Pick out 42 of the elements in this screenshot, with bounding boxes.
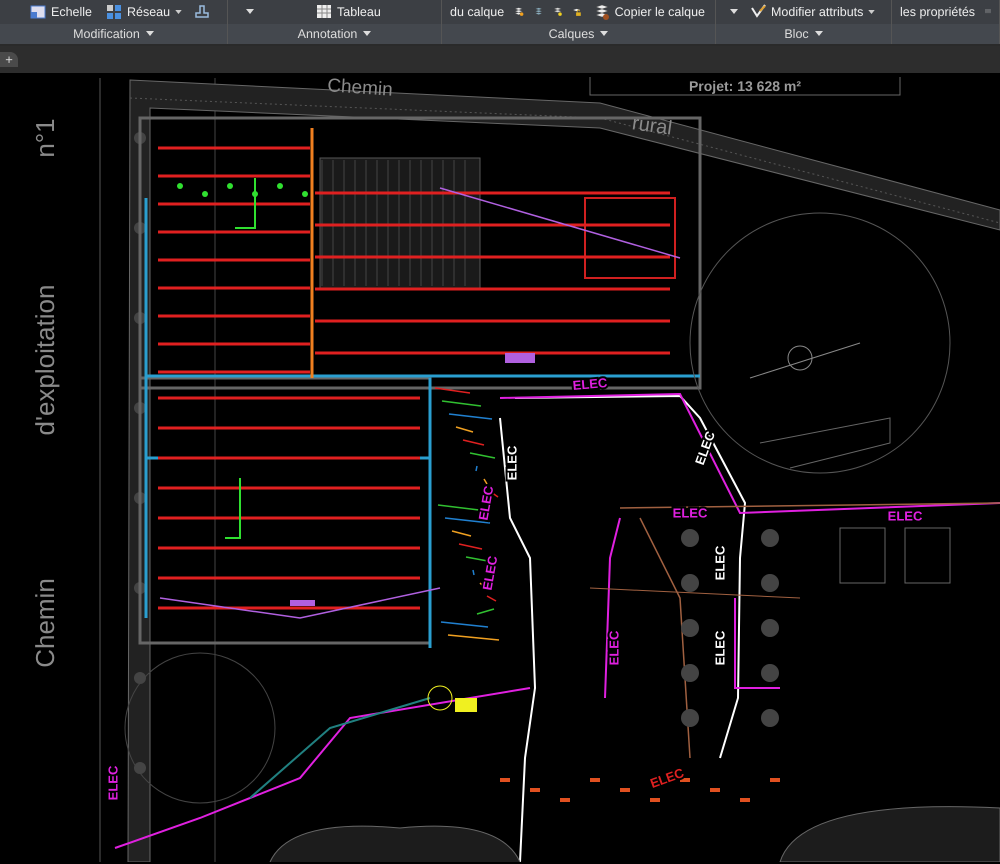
grid-icon [106,3,122,20]
new-tab-button[interactable]: + [0,52,18,67]
cable-label: ELEC [476,484,496,522]
area-label: Projet: 13 628 m² [688,78,802,94]
dropdown-button[interactable]: Modifier attributs [748,2,878,22]
caret-icon [175,10,182,14]
cable-label: ELEC [106,766,120,800]
caret-icon [868,10,876,14]
cable-label: ELEC [712,630,728,666]
tool-button[interactable]: Echelle [28,2,94,22]
cable-label: ELEC [888,508,922,524]
road-label: rural [630,112,674,140]
road-label: d'exploitation [30,284,60,436]
cable-label: ELEC [480,554,500,592]
cable-label: ELEC [648,765,686,791]
caret-icon[interactable] [730,9,738,14]
caret-icon[interactable] [600,31,608,36]
cable-label: ELEC [692,429,718,467]
road-label: Chemin [30,578,60,668]
caret-icon[interactable] [814,31,823,36]
panel-title[interactable]: Bloc [784,24,809,44]
tool-button[interactable]: Copier le calque [592,2,707,22]
tool-label[interactable]: les propriétés [900,2,976,22]
tool-button[interactable]: Tableau [314,2,383,22]
cable-label: ELEC [712,546,728,580]
cable-label: ELEC [606,630,622,666]
cable-label: ELEC [672,506,708,520]
road-label: n°1 [30,118,60,158]
scale-icon [30,3,46,20]
dropdown-button[interactable]: Réseau [104,2,184,22]
road-label: Chemin [326,75,394,101]
caret-icon[interactable] [363,31,372,36]
tool-label[interactable]: du calque [450,2,504,22]
cable-label: ELEC [504,446,520,480]
check-pencil-icon [750,3,766,20]
caret-icon[interactable] [246,9,254,14]
cable-label: ELEC [572,375,608,393]
layers-brush-icon [594,3,610,20]
panel-title[interactable]: Calques [548,24,594,44]
caret-icon[interactable] [146,31,154,36]
table-icon [316,3,332,20]
stretch-icon[interactable] [194,3,210,20]
